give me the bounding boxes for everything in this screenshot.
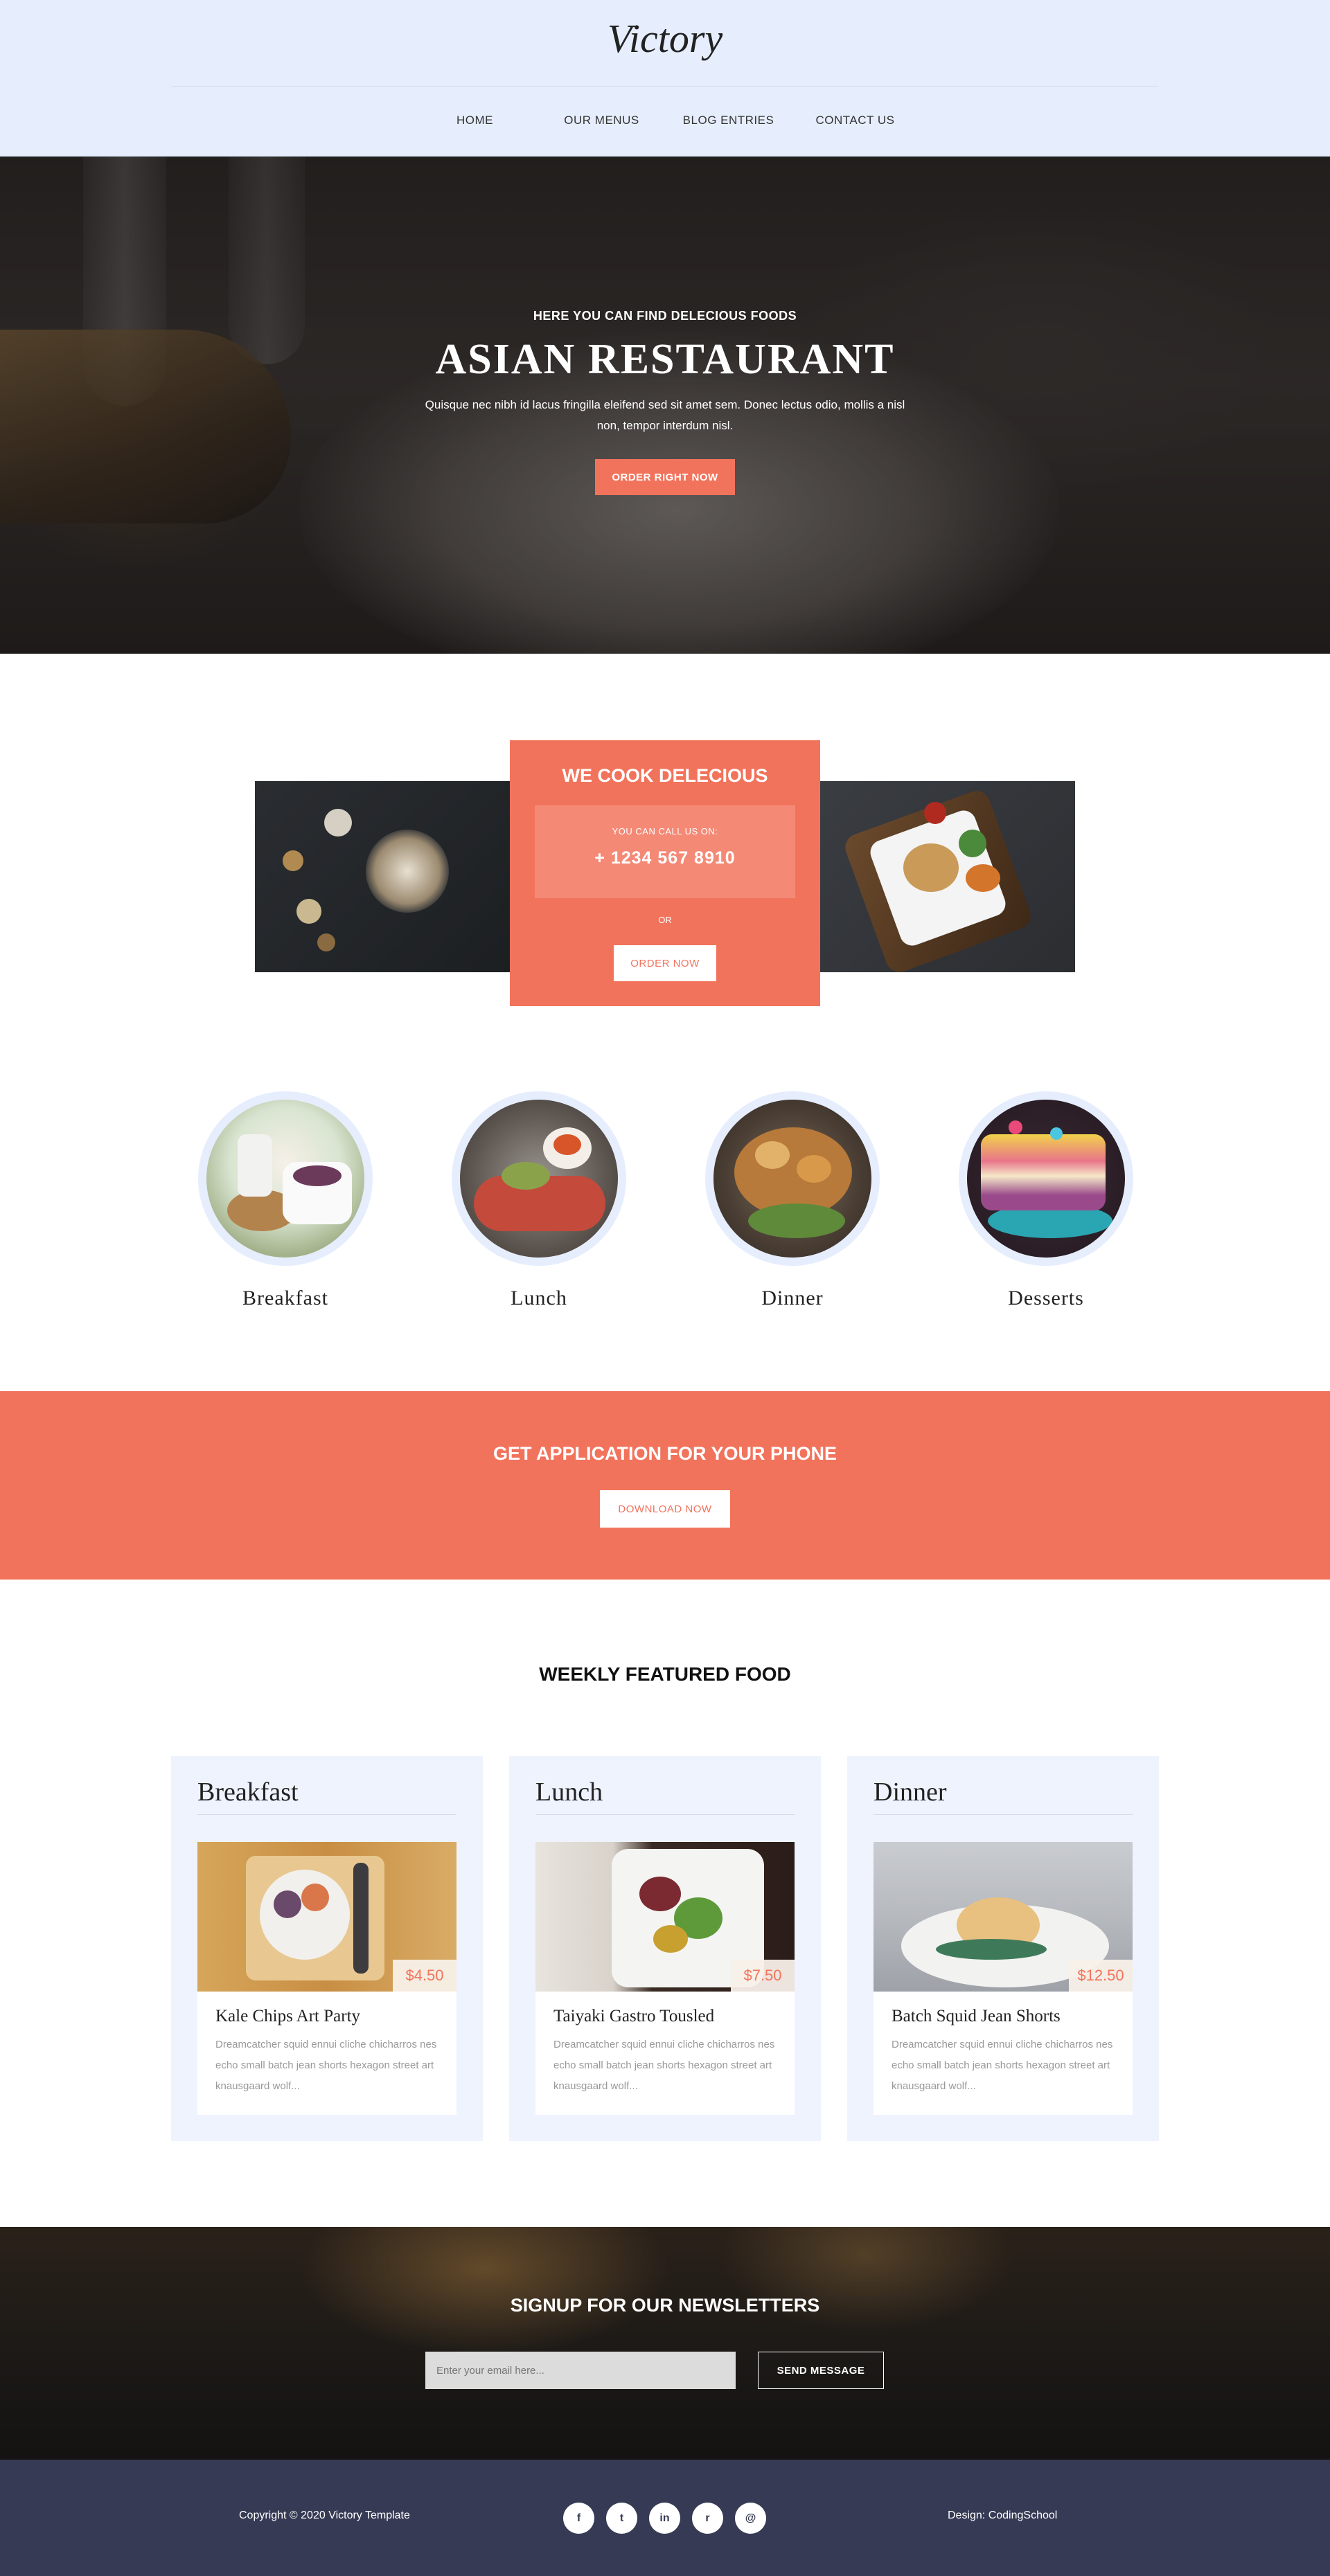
featured-card-breakfast: Breakfast $4.50 Kale Chips Art Party Dre… — [171, 1756, 483, 2141]
social-links: f t in r @ — [563, 2503, 766, 2534]
category-lunch[interactable]: Lunch — [450, 1091, 628, 1310]
featured-card-lunch: Lunch $7.50 Taiyaki Gastro Tousled Dream… — [509, 1756, 821, 2141]
newsletter-section: SIGNUP FOR OUR NEWSLETTERS SEND MESSAGE — [0, 2227, 1330, 2460]
card-price: $4.50 — [393, 1960, 456, 1992]
card-food-image[interactable]: $12.50 — [874, 1842, 1133, 1992]
burger-plate-image — [820, 781, 1075, 972]
lunch-image — [460, 1100, 618, 1258]
twitter-icon[interactable]: t — [606, 2503, 637, 2534]
site-header: Victory HOME OUR MENUS BLOG ENTRIES CONT… — [0, 0, 1330, 156]
site-footer: Copyright © 2020 Victory Template f t in… — [0, 2460, 1330, 2576]
card-divider — [874, 1814, 1133, 1815]
featured-card-dinner: Dinner $12.50 Batch Squid Jean Shorts Dr… — [847, 1756, 1159, 2141]
card-price: $12.50 — [1069, 1960, 1133, 1992]
call-box: YOU CAN CALL US ON: + 1234 567 8910 — [535, 805, 795, 898]
card-body: Kale Chips Art Party Dreamcatcher squid … — [197, 1992, 456, 2115]
cook-info-box: WE COOK DELECIOUS YOU CAN CALL US ON: + … — [510, 740, 820, 1006]
order-now-button[interactable]: ORDER NOW — [614, 945, 716, 981]
dribbble-icon[interactable]: @ — [735, 2503, 766, 2534]
card-title[interactable]: Batch Squid Jean Shorts — [892, 2007, 1115, 2026]
design-credit: Design: CodingSchool — [948, 2510, 1058, 2521]
main-nav: HOME OUR MENUS BLOG ENTRIES CONTACT US — [0, 114, 1330, 127]
card-heading: Dinner — [874, 1778, 947, 1807]
category-label: Breakfast — [242, 1287, 328, 1309]
category-label: Desserts — [1008, 1287, 1084, 1309]
card-divider — [535, 1814, 795, 1815]
app-title: GET APPLICATION FOR YOUR PHONE — [493, 1443, 837, 1464]
copyright-text: Copyright © 2020 Victory Template — [239, 2510, 410, 2521]
hero-subtitle: HERE YOU CAN FIND DELECIOUS FOODS — [533, 309, 797, 323]
header-divider — [171, 86, 1159, 87]
card-divider — [197, 1814, 456, 1815]
call-label: YOU CAN CALL US ON: — [612, 826, 718, 837]
category-image-frame — [705, 1091, 880, 1266]
breakfast-image — [206, 1100, 364, 1258]
nav-contact-us[interactable]: CONTACT US — [792, 114, 919, 127]
nav-home[interactable]: HOME — [411, 114, 538, 127]
category-image-frame — [452, 1091, 626, 1266]
category-label: Dinner — [761, 1287, 824, 1309]
phone-number[interactable]: + 1234 567 8910 — [535, 848, 795, 868]
cook-title: WE COOK DELECIOUS — [562, 765, 768, 786]
hero-banner: HERE YOU CAN FIND DELECIOUS FOODS ASIAN … — [0, 156, 1330, 654]
card-food-image[interactable]: $4.50 — [197, 1842, 456, 1992]
card-title[interactable]: Taiyaki Gastro Tousled — [553, 2007, 777, 2026]
card-description: Dreamcatcher squid ennui cliche chicharr… — [215, 2039, 437, 2092]
order-right-now-button[interactable]: ORDER RIGHT NOW — [595, 459, 735, 495]
or-separator: OR — [658, 915, 672, 925]
category-label: Lunch — [511, 1287, 567, 1309]
card-heading: Breakfast — [197, 1778, 299, 1807]
site-logo[interactable]: Victory — [0, 15, 1330, 62]
newsletter-overlay — [0, 2227, 1330, 2460]
card-food-image[interactable]: $7.50 — [535, 1842, 795, 1992]
send-message-button[interactable]: SEND MESSAGE — [758, 2352, 884, 2389]
app-download-band: GET APPLICATION FOR YOUR PHONE DOWNLOAD … — [0, 1391, 1330, 1580]
card-body: Taiyaki Gastro Tousled Dreamcatcher squi… — [535, 1992, 795, 2115]
email-field[interactable] — [425, 2352, 736, 2389]
category-image-frame — [959, 1091, 1133, 1266]
rss-icon[interactable]: r — [692, 2503, 723, 2534]
nav-blog-entries[interactable]: BLOG ENTRIES — [665, 114, 792, 127]
category-breakfast[interactable]: Breakfast — [197, 1091, 374, 1310]
hero-title: ASIAN RESTAURANT — [435, 336, 895, 383]
desserts-image — [967, 1100, 1125, 1258]
spices-table-image — [255, 781, 510, 972]
download-now-button[interactable]: DOWNLOAD NOW — [600, 1490, 730, 1528]
category-desserts[interactable]: Desserts — [957, 1091, 1135, 1310]
card-description: Dreamcatcher squid ennui cliche chicharr… — [892, 2039, 1113, 2092]
nav-our-menus[interactable]: OUR MENUS — [538, 114, 665, 127]
card-description: Dreamcatcher squid ennui cliche chicharr… — [553, 2039, 775, 2092]
hero-description: Quisque nec nibh id lacus fringilla elei… — [425, 398, 905, 432]
category-image-frame — [198, 1091, 373, 1266]
weekly-featured-title: WEEKLY FEATURED FOOD — [539, 1663, 791, 1685]
card-title[interactable]: Kale Chips Art Party — [215, 2007, 438, 2026]
facebook-icon[interactable]: f — [563, 2503, 594, 2534]
card-heading: Lunch — [535, 1778, 603, 1807]
category-dinner[interactable]: Dinner — [704, 1091, 881, 1310]
card-price: $7.50 — [731, 1960, 795, 1992]
dinner-image — [713, 1100, 871, 1258]
newsletter-title: SIGNUP FOR OUR NEWSLETTERS — [510, 2295, 820, 2316]
card-body: Batch Squid Jean Shorts Dreamcatcher squ… — [874, 1992, 1133, 2115]
linkedin-icon[interactable]: in — [649, 2503, 680, 2534]
